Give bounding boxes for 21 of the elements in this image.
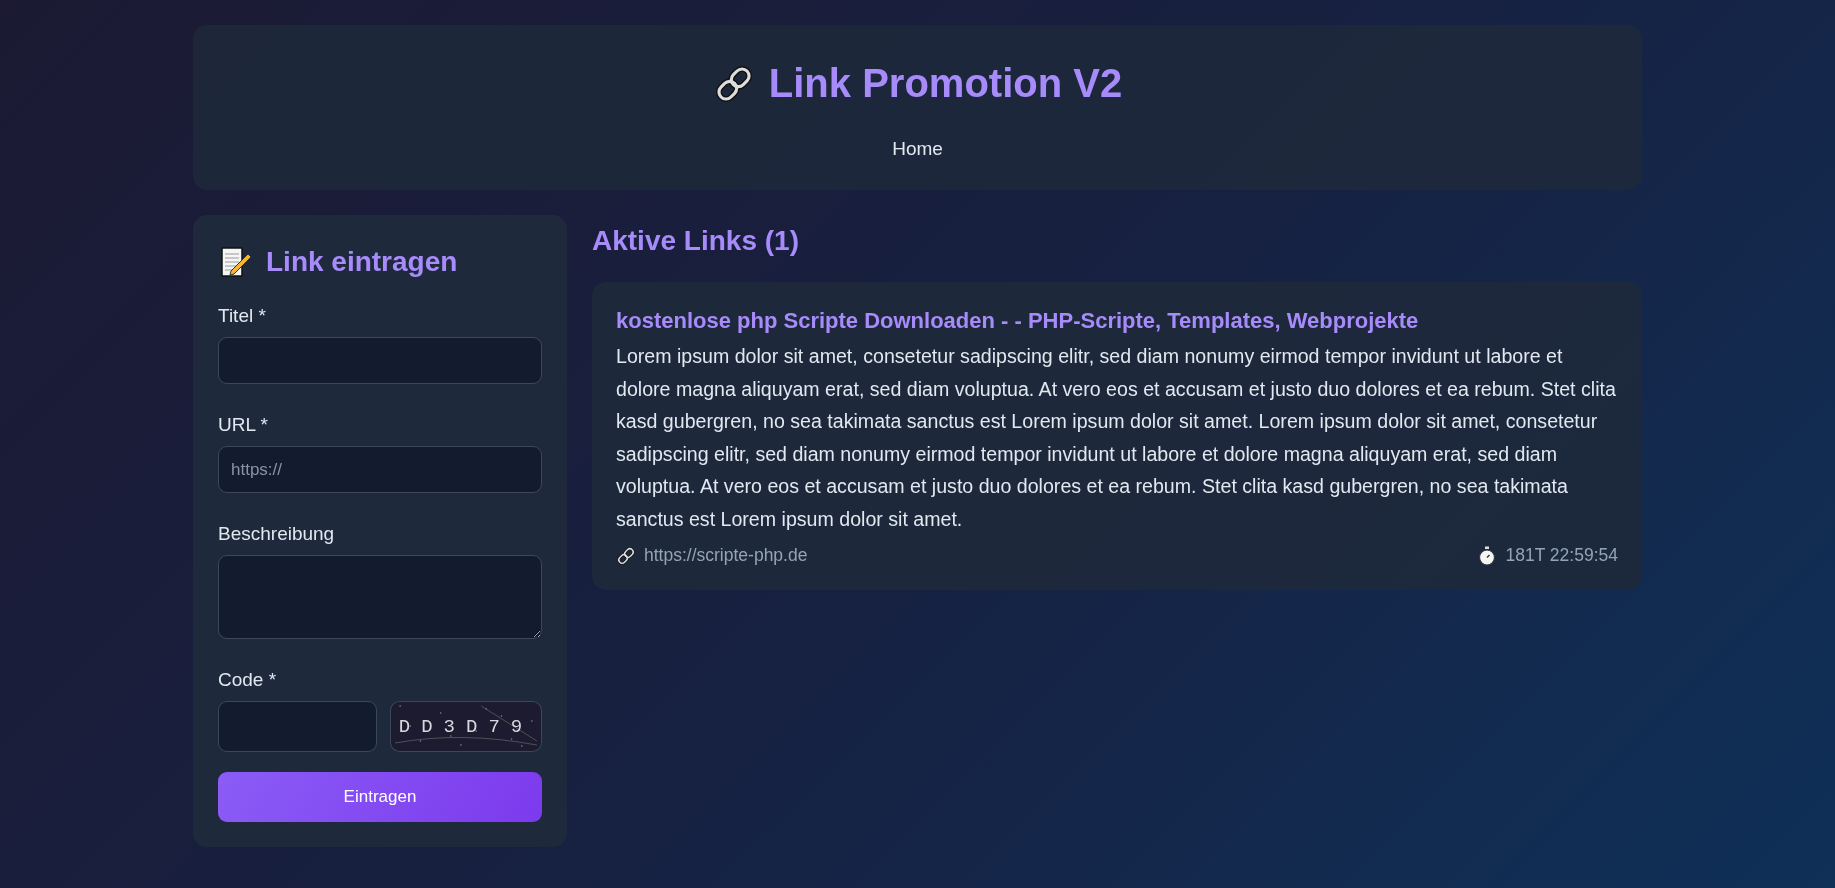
captcha-code: DD3D79 bbox=[398, 715, 534, 738]
stopwatch-icon bbox=[1477, 545, 1498, 566]
section-heading: Aktive Links (1) bbox=[592, 225, 800, 257]
chain-link-icon bbox=[616, 545, 636, 566]
submit-button[interactable]: Eintragen bbox=[218, 772, 542, 822]
field-label: Code * bbox=[218, 669, 278, 691]
nav-link[interactable]: Home bbox=[888, 136, 947, 162]
input-field[interactable]: https:// bbox=[218, 446, 542, 493]
field-label: URL * bbox=[218, 414, 269, 436]
memo-icon bbox=[218, 245, 252, 279]
site-title: Link Promotion V2 bbox=[768, 61, 1123, 106]
description-field[interactable] bbox=[218, 555, 542, 639]
form-title: Link eintragen bbox=[266, 246, 458, 278]
input-field[interactable] bbox=[218, 337, 542, 384]
link-title: kostenlose php Scripte Downloaden - - PHP-Scripte, Templates, Webprojekte bbox=[616, 308, 1420, 334]
link-description: Lorem ipsum dolor sit amet, consetetur sadipscing elitr, sed diam nonumy eirmod tempor invidunt ut labore et dolore magna aliquyam erat, sed diam voluptua. At vero eos et accusam et justo duo dolores et ea rebum. Stet clita kasd gubergren, no sea takimata sanctus est Lorem ipsum dolor sit amet. Lorem ipsum dolor sit amet, consetetur sadipscing elitr, sed diam nonumy eirmod tempor invidunt ut labore et dolore magna aliquyam erat, sed diam voluptua. At vero eos et accusam et justo duo dolores et ea rebum. Stet clita kasd gubergren, no sea takimata sanctus est Lorem ipsum dolor sit amet. bbox=[616, 344, 1617, 532]
link-url[interactable]: https://scripte-php.de bbox=[644, 545, 808, 566]
code-field[interactable] bbox=[218, 701, 377, 752]
field-label: Titel * bbox=[218, 305, 267, 327]
timestamp: 181T 22:59:54 bbox=[1505, 545, 1618, 566]
field-label: Beschreibung bbox=[218, 523, 336, 545]
